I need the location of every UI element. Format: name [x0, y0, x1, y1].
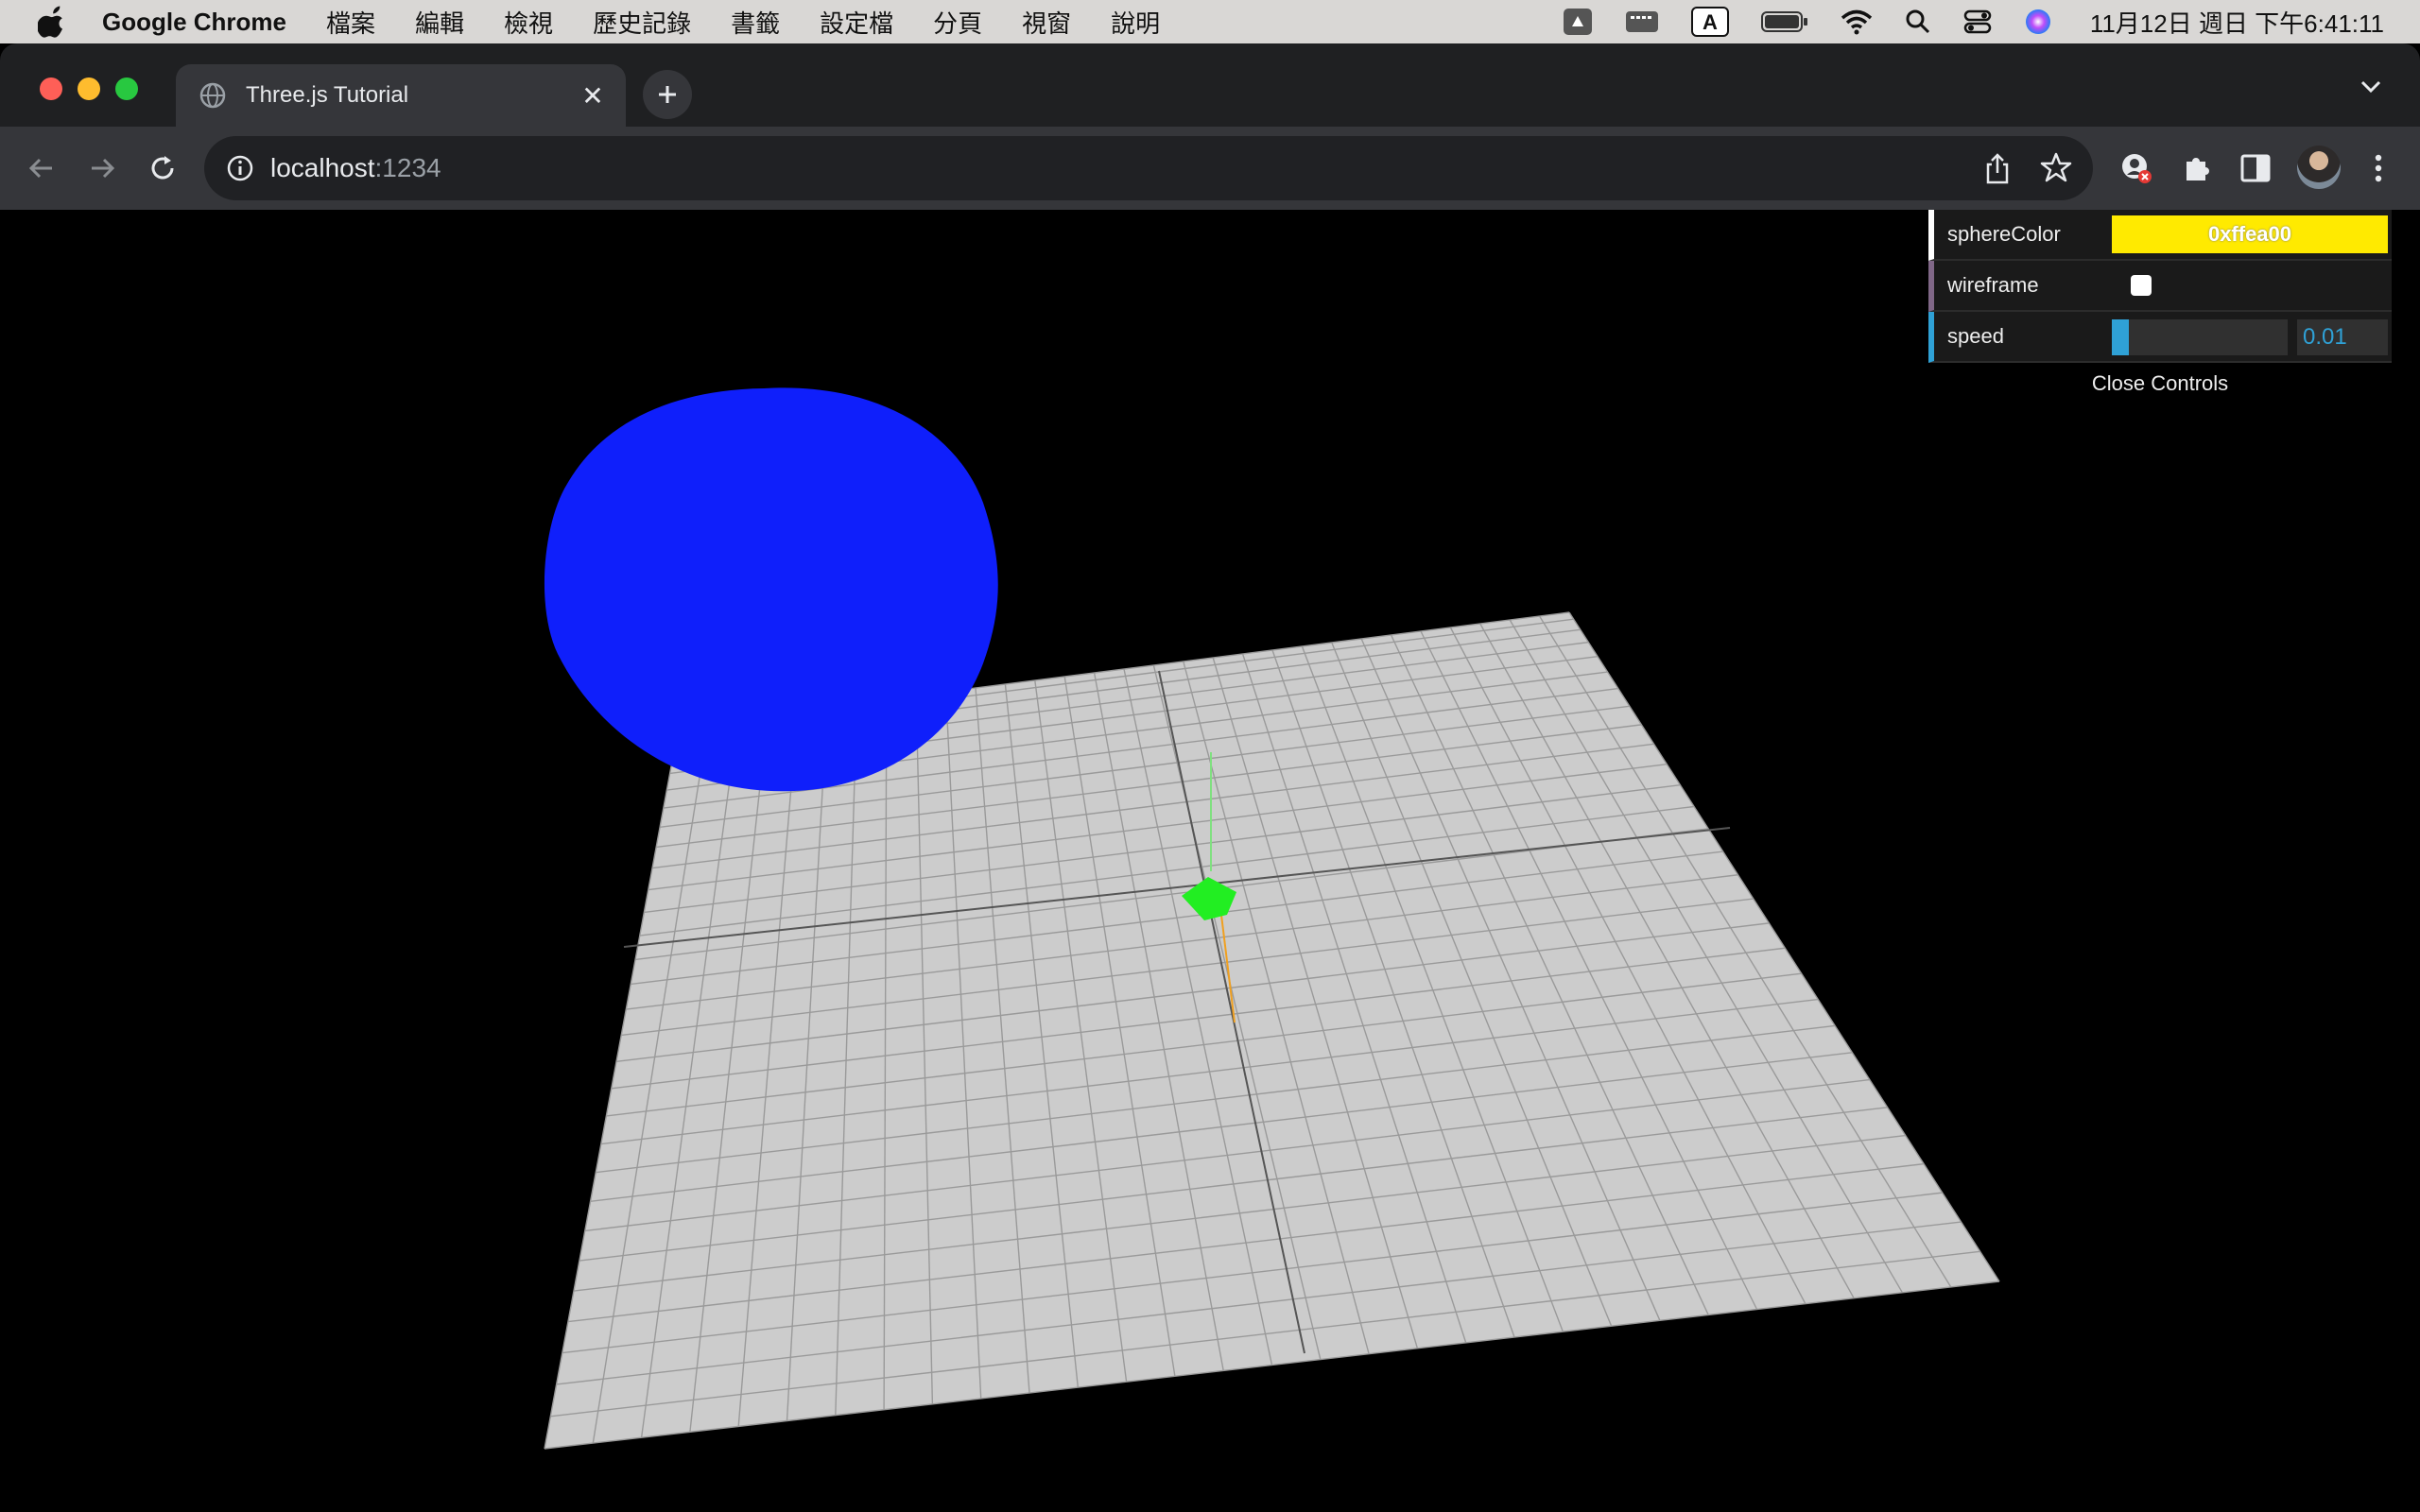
minimize-window-button[interactable]: [78, 77, 100, 100]
three-scene: [544, 387, 2000, 1450]
share-icon[interactable]: [1983, 153, 2012, 190]
extensions-puzzle-icon[interactable]: [2176, 147, 2218, 189]
gui-label-wireframe: wireframe: [1947, 273, 2039, 297]
siri-icon[interactable]: [2024, 8, 2052, 36]
close-controls-button[interactable]: Close Controls: [1928, 363, 2392, 404]
svg-text:A: A: [1703, 10, 1718, 34]
forward-button[interactable]: [85, 151, 119, 185]
menu-bar: Google Chrome 檔案 編輯 檢視 歷史記錄 書籤 設定檔 分頁 視窗…: [0, 0, 2420, 43]
webgl-canvas[interactable]: sphereColor 0xffea00 wireframe speed 0.0…: [0, 210, 2420, 1512]
info-icon[interactable]: [225, 153, 255, 183]
fullscreen-window-button[interactable]: [115, 77, 138, 100]
gui-label-sphere-color: sphereColor: [1947, 222, 2061, 246]
input-source-icon[interactable]: A: [1690, 7, 1729, 37]
menu-history[interactable]: 歷史記錄: [593, 5, 691, 40]
control-center-icon[interactable]: [1963, 9, 1992, 35]
gui-row-sphere-color: sphereColor 0xffea00: [1928, 210, 2392, 261]
browser-toolbar: localhost:1234: [0, 127, 2420, 212]
menu-window[interactable]: 視窗: [1022, 5, 1071, 40]
plus-icon: [659, 86, 676, 103]
menu-bookmarks[interactable]: 書籤: [731, 5, 780, 40]
gui-label-speed: speed: [1947, 324, 2004, 348]
tab-active[interactable]: Three.js Tutorial ✕: [176, 64, 626, 127]
menu-tab[interactable]: 分頁: [933, 5, 982, 40]
reload-icon: [151, 156, 174, 180]
battery-icon[interactable]: [1760, 10, 1808, 33]
url-host: localhost: [270, 153, 375, 182]
address-bar[interactable]: localhost:1234: [204, 136, 2093, 200]
profile-avatar[interactable]: [2297, 146, 2341, 189]
menu-view[interactable]: 檢視: [504, 5, 553, 40]
menu-file[interactable]: 檔案: [326, 5, 375, 40]
url-text[interactable]: localhost:1234: [270, 153, 441, 183]
gui-row-speed: speed 0.01: [1928, 312, 2392, 363]
globe-icon: [199, 82, 226, 109]
app-name-menu[interactable]: Google Chrome: [102, 8, 286, 37]
speed-slider[interactable]: [2112, 319, 2288, 355]
tab-title: Three.js Tutorial: [246, 82, 409, 108]
apple-icon[interactable]: [38, 6, 66, 38]
browser-window: Three.js Tutorial ✕ localhost:1234 spher…: [0, 43, 2420, 1512]
drive-icon[interactable]: [1563, 8, 1593, 36]
blue-sphere: [544, 387, 998, 792]
color-picker-field[interactable]: 0xffea00: [2112, 215, 2388, 253]
close-tab-icon[interactable]: ✕: [579, 80, 607, 112]
reload-button[interactable]: [146, 151, 180, 185]
side-panel-icon[interactable]: [2235, 147, 2276, 189]
tab-search-chevron-icon[interactable]: [2360, 79, 2382, 99]
menu-edit[interactable]: 編輯: [415, 5, 464, 40]
forward-arrow-icon: [92, 158, 115, 179]
spotlight-search-icon[interactable]: [1905, 9, 1931, 35]
back-arrow-icon: [28, 158, 52, 179]
back-button[interactable]: [25, 151, 59, 185]
speed-number-input[interactable]: 0.01: [2297, 319, 2388, 355]
new-tab-button[interactable]: [643, 70, 692, 119]
menu-profiles[interactable]: 設定檔: [820, 5, 893, 40]
wireframe-checkbox[interactable]: [2131, 275, 2152, 296]
extension-blocked-icon[interactable]: [2116, 147, 2157, 189]
bookmark-star-icon[interactable]: [2040, 151, 2072, 188]
tab-strip: Three.js Tutorial ✕: [0, 43, 2420, 127]
menubar-clock[interactable]: 11月12日 週日 下午6:41:11: [2090, 5, 2384, 40]
gui-row-wireframe: wireframe: [1928, 261, 2392, 312]
wifi-icon[interactable]: [1841, 9, 1873, 35]
menu-help[interactable]: 說明: [1111, 5, 1160, 40]
speed-slider-fill: [2112, 319, 2129, 355]
keyboard-brightness-icon[interactable]: [1625, 9, 1659, 34]
close-window-button[interactable]: [40, 77, 62, 100]
dat-gui-panel: sphereColor 0xffea00 wireframe speed 0.0…: [1928, 210, 2392, 404]
url-port: :1234: [374, 153, 441, 182]
more-options-icon[interactable]: [2358, 147, 2399, 189]
